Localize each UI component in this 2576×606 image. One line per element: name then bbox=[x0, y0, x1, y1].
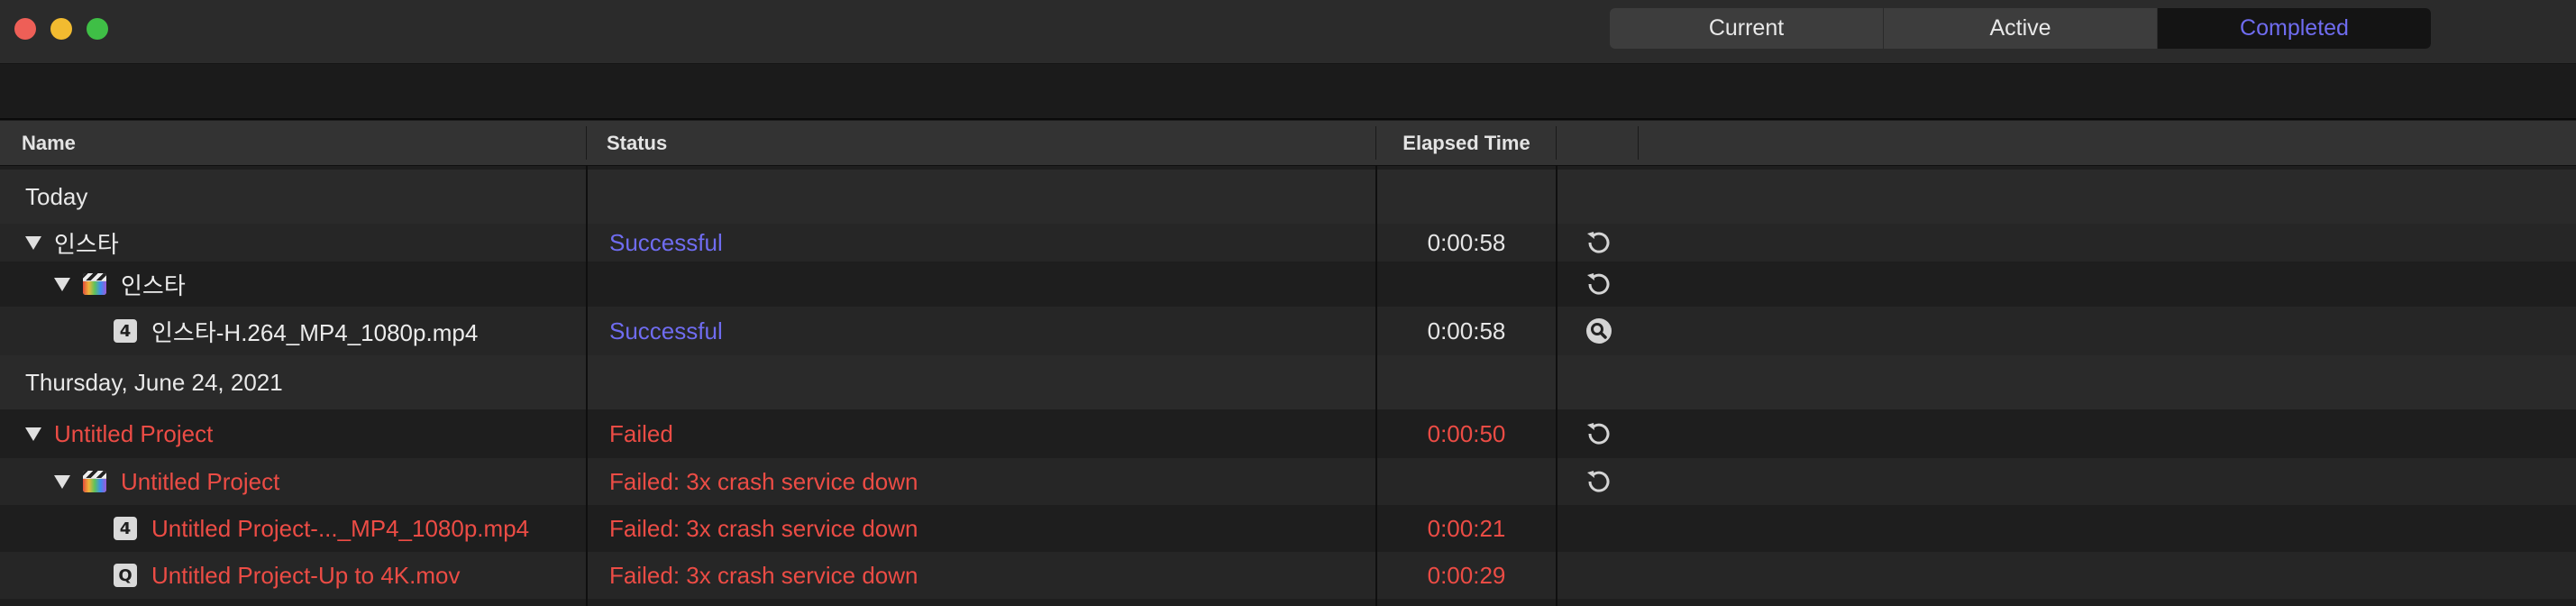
disclosure-triangle-icon[interactable] bbox=[25, 235, 41, 250]
mp4-file-icon: 4 bbox=[114, 517, 137, 540]
minimize-window-button[interactable] bbox=[50, 18, 72, 40]
name-cell: 인스타 bbox=[25, 224, 119, 262]
elapsed-cell bbox=[1376, 458, 1557, 505]
group-label: Thursday, June 24, 2021 bbox=[25, 368, 283, 396]
elapsed-cell: 0:00:21 bbox=[1427, 514, 1506, 542]
elapsed-cell: 0:00:58 bbox=[1427, 228, 1506, 256]
column-header-elapsed-time[interactable]: Elapsed Time bbox=[1376, 121, 1557, 165]
elapsed-cell: 0:00:29 bbox=[1427, 561, 1506, 589]
table-row[interactable]: 4 Untitled Project-..._MP4_1080p.mp4 Fai… bbox=[0, 505, 2576, 552]
row-name: 인스타 bbox=[54, 230, 119, 258]
title-bar: Current Active Completed bbox=[0, 0, 2576, 64]
toolbar-area bbox=[0, 64, 2576, 120]
row-name: Untitled Project bbox=[54, 419, 214, 447]
disclosure-triangle-icon[interactable] bbox=[54, 277, 70, 291]
column-separator bbox=[1375, 165, 1377, 606]
column-divider[interactable] bbox=[586, 126, 587, 160]
status-cell: Failed bbox=[609, 419, 673, 447]
row-name: Untitled Project bbox=[121, 467, 280, 495]
reveal-magnifier-icon[interactable] bbox=[1579, 307, 1619, 355]
fcp-clapper-icon bbox=[83, 273, 106, 295]
elapsed-cell: 0:00:58 bbox=[1427, 317, 1506, 344]
retry-icon[interactable] bbox=[1579, 224, 1619, 262]
name-cell: Untitled Project bbox=[25, 409, 213, 458]
column-separator bbox=[586, 165, 588, 606]
view-segmented-control: Current Active Completed bbox=[1610, 8, 2431, 49]
retry-icon[interactable] bbox=[1579, 458, 1619, 505]
table-row[interactable]: Untitled Project Failed 0:00:50 bbox=[0, 409, 2576, 458]
name-cell: Untitled Project bbox=[54, 458, 279, 505]
column-header-name[interactable]: Name bbox=[22, 121, 76, 165]
mov-file-icon: Q bbox=[114, 564, 137, 587]
tab-active[interactable]: Active bbox=[1884, 8, 2158, 49]
name-cell: 4 인스타-H.264_MP4_1080p.mp4 bbox=[114, 307, 478, 355]
name-cell: 인스타 bbox=[54, 262, 186, 307]
fcp-clapper-icon bbox=[83, 471, 106, 492]
table-row-empty bbox=[0, 599, 2576, 606]
group-label: Today bbox=[25, 182, 88, 210]
elapsed-cell: 0:00:50 bbox=[1427, 419, 1506, 447]
zoom-window-button[interactable] bbox=[87, 18, 108, 40]
group-header-row: Thursday, June 24, 2021 bbox=[0, 355, 2576, 409]
table-row[interactable]: 인스타 bbox=[0, 262, 2576, 307]
column-divider[interactable] bbox=[1556, 126, 1557, 160]
table-row[interactable]: 인스타 Successful 0:00:58 bbox=[0, 224, 2576, 262]
table-row[interactable]: Q Untitled Project-Up to 4K.mov Failed: … bbox=[0, 552, 2576, 599]
column-separator bbox=[1556, 165, 1557, 606]
elapsed-cell bbox=[1376, 262, 1557, 307]
status-cell: Successful bbox=[609, 228, 723, 256]
table-header: Name Status Elapsed Time bbox=[0, 121, 2576, 166]
name-cell: Q Untitled Project-Up to 4K.mov bbox=[114, 552, 460, 599]
tab-current[interactable]: Current bbox=[1610, 8, 1884, 49]
disclosure-triangle-icon[interactable] bbox=[25, 427, 41, 441]
group-header-row: Today bbox=[0, 170, 2576, 224]
mp4-file-icon: 4 bbox=[114, 319, 137, 343]
status-cell: Failed: 3x crash service down bbox=[609, 467, 918, 495]
close-window-button[interactable] bbox=[14, 18, 36, 40]
status-cell: Successful bbox=[609, 317, 723, 344]
row-name: Untitled Project-Up to 4K.mov bbox=[151, 561, 461, 589]
row-name: Untitled Project-..._MP4_1080p.mp4 bbox=[151, 514, 530, 542]
row-name: 인스타 bbox=[121, 271, 186, 299]
retry-icon[interactable] bbox=[1579, 409, 1619, 458]
table-row[interactable]: 4 인스타-H.264_MP4_1080p.mp4 Successful 0:0… bbox=[0, 307, 2576, 355]
status-cell: Failed: 3x crash service down bbox=[609, 514, 918, 542]
status-cell: Failed: 3x crash service down bbox=[609, 561, 918, 589]
table-row[interactable]: Untitled Project Failed: 3x crash servic… bbox=[0, 458, 2576, 505]
column-divider[interactable] bbox=[1638, 126, 1639, 160]
column-header-status[interactable]: Status bbox=[607, 121, 667, 165]
disclosure-triangle-icon[interactable] bbox=[54, 474, 70, 489]
row-name: 인스타-H.264_MP4_1080p.mp4 bbox=[151, 318, 479, 346]
name-cell: 4 Untitled Project-..._MP4_1080p.mp4 bbox=[114, 505, 529, 552]
retry-icon[interactable] bbox=[1579, 262, 1619, 307]
tab-completed[interactable]: Completed bbox=[2158, 8, 2431, 49]
